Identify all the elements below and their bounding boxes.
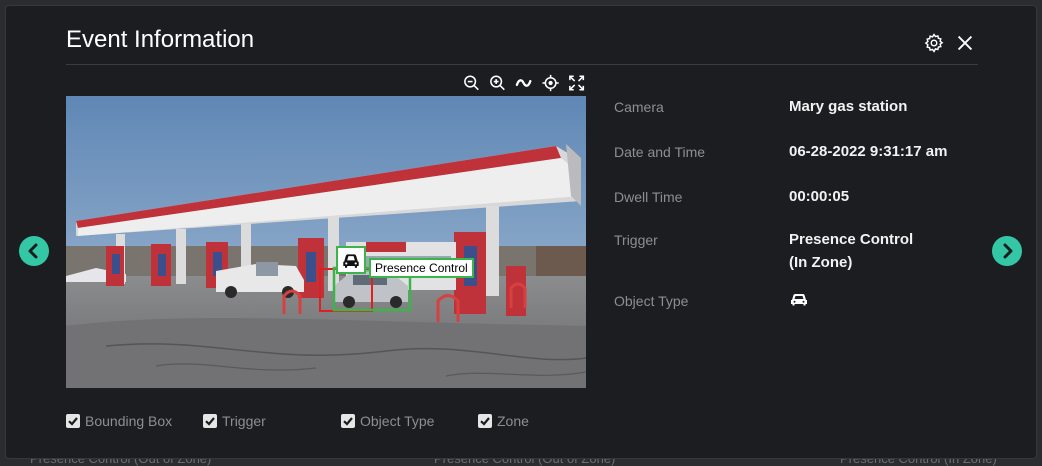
object-type-value <box>789 290 809 308</box>
settings-button[interactable] <box>923 32 945 54</box>
gear-icon <box>924 33 944 53</box>
car-icon <box>791 294 807 306</box>
zoom-out-icon <box>464 75 479 91</box>
checkmark-icon <box>205 417 215 426</box>
center-button[interactable] <box>541 73 560 93</box>
datetime-value: 06-28-2022 9:31:17 am <box>789 143 948 160</box>
modal-title: Event Information <box>66 26 255 53</box>
bounding-box-label: Bounding Box <box>85 413 173 429</box>
checkmark-icon <box>68 417 78 426</box>
gas-station-photo <box>66 96 586 388</box>
fullscreen-icon <box>568 75 584 91</box>
trajectory-button[interactable] <box>514 73 533 93</box>
wave-icon <box>516 79 532 87</box>
detection-label: Presence Control <box>369 258 474 278</box>
event-information-modal: Event Information Presence Control Camer… <box>5 5 1037 459</box>
zoom-in-button[interactable] <box>488 73 507 93</box>
header-divider <box>66 64 978 65</box>
crosshair-icon <box>542 74 559 92</box>
close-icon <box>957 35 973 51</box>
zone-checkbox-label: Zone <box>497 413 529 429</box>
trigger-checkbox[interactable]: Trigger <box>203 412 266 430</box>
object-type-checkbox[interactable]: Object Type <box>341 412 434 430</box>
next-event-button[interactable] <box>992 236 1022 266</box>
trigger-value-line1: Presence Control <box>789 231 914 248</box>
chevron-left-icon <box>28 243 38 259</box>
bounding-box-checkbox[interactable]: Bounding Box <box>66 412 172 430</box>
event-snapshot[interactable] <box>66 96 586 388</box>
trigger-label: Trigger <box>614 232 658 248</box>
image-toolbar <box>462 73 586 93</box>
checkbox-checked[interactable] <box>203 414 217 428</box>
zoom-in-icon <box>490 75 506 91</box>
dwell-time-value: 00:00:05 <box>789 188 850 205</box>
trigger-checkbox-label: Trigger <box>222 413 266 429</box>
checkbox-checked[interactable] <box>66 414 80 428</box>
previous-event-button[interactable] <box>19 236 49 266</box>
camera-value: Mary gas station <box>789 98 908 115</box>
camera-label: Camera <box>614 99 664 115</box>
overlay-options: Bounding Box Trigger Object Type Zone <box>6 412 1038 432</box>
checkbox-checked[interactable] <box>478 414 492 428</box>
fullscreen-button[interactable] <box>567 73 586 93</box>
object-type-checkbox-label: Object Type <box>360 413 435 429</box>
object-type-label: Object Type <box>614 293 689 309</box>
checkmark-icon <box>343 417 353 426</box>
dwell-time-label: Dwell Time <box>614 189 683 205</box>
car-icon <box>343 254 359 268</box>
detection-object-tag <box>336 246 366 274</box>
zoom-out-button[interactable] <box>462 73 481 93</box>
close-button[interactable] <box>954 32 976 54</box>
datetime-label: Date and Time <box>614 144 706 160</box>
chevron-right-icon <box>1003 243 1013 259</box>
checkmark-icon <box>480 417 490 426</box>
zone-checkbox[interactable]: Zone <box>478 412 529 430</box>
checkbox-checked[interactable] <box>341 414 355 428</box>
trigger-value-line2: (In Zone) <box>789 254 853 271</box>
